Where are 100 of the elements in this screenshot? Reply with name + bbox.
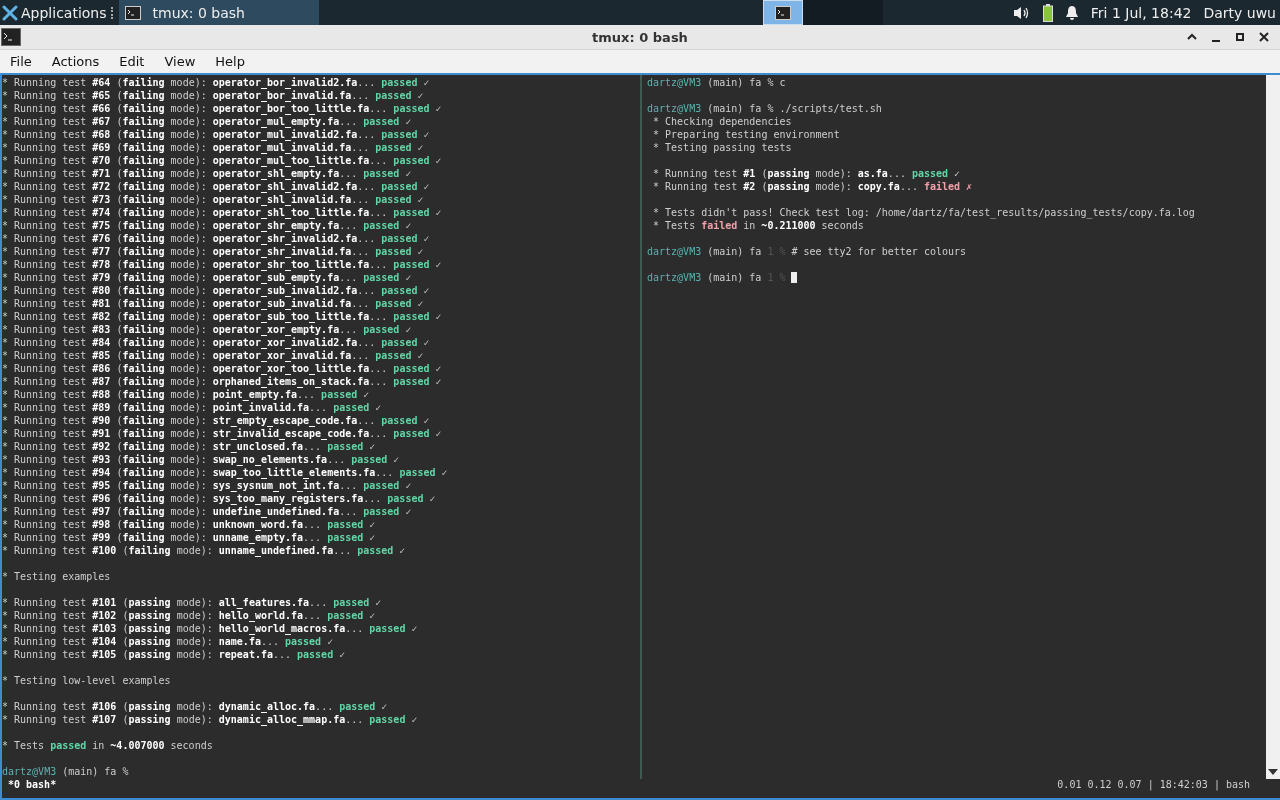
taskbar-button[interactable]: tmux: 0 bash [118,0,319,25]
test-result: passed [381,414,418,427]
terminal-icon [774,5,791,20]
test-line: * Running test #79 (failing mode): operator_sub_empty.fa... [2,271,358,284]
close-icon[interactable] [1258,31,1270,43]
result-mark: ✓ [423,336,430,349]
result-mark: ✓ [417,349,424,362]
result-mark: ✓ [417,193,424,206]
result-mark: ✓ [435,427,442,440]
test-result: passed [363,167,400,180]
clock[interactable]: Fri 1 Jul, 18:42 [1090,4,1192,21]
test-line: * Running test #104 (passing mode): name.fa... [2,635,279,648]
menu-item[interactable]: Help [205,54,255,69]
test-line: * Running test #73 (failing mode): operator_shl_invalid.fa... [2,193,370,206]
volume-icon[interactable] [1012,4,1031,21]
terminal-pane[interactable] [2,75,642,779]
workspace-button[interactable] [802,0,843,25]
test-result: passed [375,141,412,154]
test-result: passed [375,245,412,258]
menu-item[interactable]: Edit [109,54,155,69]
result-mark: ✓ [369,531,376,544]
result-mark: ✓ [417,297,424,310]
output-line: * Testing low-level examples [2,674,171,687]
test-line: * Running test #97 (failing mode): undefine_undefined.fa... [2,505,358,518]
test-result: passed [393,362,430,375]
prompt-sign: % [122,765,129,778]
result-mark: ✓ [405,167,412,180]
test-line: * Running test #90 (failing mode): str_empty_escape_code.fa... [2,414,376,427]
prompt-path: (main) fa [707,271,762,284]
menu-item[interactable]: Actions [41,54,110,69]
result-mark: ✓ [405,323,412,336]
prompt-sign: % [767,102,774,115]
result-mark: ✓ [435,362,442,375]
maximize-icon[interactable] [1234,31,1246,43]
test-line: * Running test #102 (passing mode): hello_world.fa... [2,609,322,622]
result-mark: ✓ [954,167,961,180]
applications-menu[interactable]: Applications [0,0,111,25]
workspace-button[interactable] [762,0,803,25]
test-line: * Running test #84 (failing mode): operator_xor_invalid2.fa... [2,336,376,349]
result-mark: ✓ [441,466,448,479]
test-line: * Running test #68 (failing mode): operator_mul_invalid2.fa... [2,128,376,141]
x-logo-icon [2,4,18,21]
prompt-sign: % [779,245,786,258]
test-line: * Running test #100 (failing mode): unname_undefined.fa... [2,544,352,557]
test-result: passed [381,284,418,297]
menu-item[interactable]: File [0,54,42,69]
result-mark: ✓ [435,258,442,271]
user-name[interactable]: Darty uwu [1203,4,1276,21]
bell-icon[interactable] [1064,4,1079,21]
test-line: * Running test #87 (failing mode): orphaned_items_on_stack.fa... [2,375,388,388]
scrollbar[interactable] [1266,75,1280,779]
test-line: * Running test #86 (failing mode): operator_xor_too_little.fa... [2,362,388,375]
result-mark: ✓ [369,518,376,531]
test-line: * Running test #106 (passing mode): dynamic_alloc.fa... [2,700,334,713]
result-mark: ✗ [966,180,973,193]
test-result: passed [357,544,394,557]
test-line: * Running test #64 (failing mode): operator_bor_invalid2.fa... [2,76,376,89]
output-line: * Tests [2,739,45,752]
prompt-path: (main) fa [707,245,762,258]
test-line: * Running test #94 (failing mode): swap_too_little_elements.fa... [2,466,394,479]
result-mark: ✓ [405,115,412,128]
battery-icon[interactable] [1042,3,1053,22]
result-mark: ✓ [423,76,430,89]
test-line: * Running test #101 (passing mode): all_features.fa... [2,596,328,609]
test-result: passed [393,206,430,219]
test-result: passed [327,531,364,544]
test-result: passed [375,193,412,206]
command-text: # see tty2 for better colours [791,245,967,258]
result-mark: ✓ [411,622,418,635]
test-line: * Running test #83 (failing mode): operator_xor_empty.fa... [2,323,358,336]
test-result: passed [369,713,406,726]
tmux-window-label[interactable]: *0 bash* [8,779,57,790]
test-line: * Running test #91 (failing mode): str_invalid_escape_code.fa... [2,427,388,440]
result-mark: ✓ [435,375,442,388]
result-mark: ✓ [423,128,430,141]
result-mark: ✓ [423,284,430,297]
result-mark: ✓ [369,609,376,622]
result-mark: ✓ [417,245,424,258]
test-line: * Running test #95 (failing mode): sys_sysnum_not_int.fa... [2,479,358,492]
test-result: passed [381,336,418,349]
result-mark: ✓ [405,479,412,492]
test-result: passed [399,466,436,479]
test-result: passed [363,115,400,128]
result-mark: ✓ [423,232,430,245]
scroll-down-icon[interactable] [1268,769,1278,775]
test-result: passed [321,388,358,401]
test-result: passed [285,635,322,648]
test-result: passed [327,518,364,531]
test-line: * Running test #1 (passing mode): as.fa... [652,167,906,180]
prompt-sign: % [779,271,786,284]
prompt-user: dartz@VM3 [647,76,702,89]
output-line: * Testing passing tests [652,141,792,154]
prompt-path: (main) fa [707,76,762,89]
output-line: * Preparing testing environment [652,128,840,141]
result-mark: ✓ [435,102,442,115]
menu-item[interactable]: View [154,54,206,69]
test-result: passed [393,310,430,323]
test-result: passed [393,375,430,388]
test-line: * Running test #99 (failing mode): unname_empty.fa... [2,531,322,544]
test-result: passed [387,492,424,505]
